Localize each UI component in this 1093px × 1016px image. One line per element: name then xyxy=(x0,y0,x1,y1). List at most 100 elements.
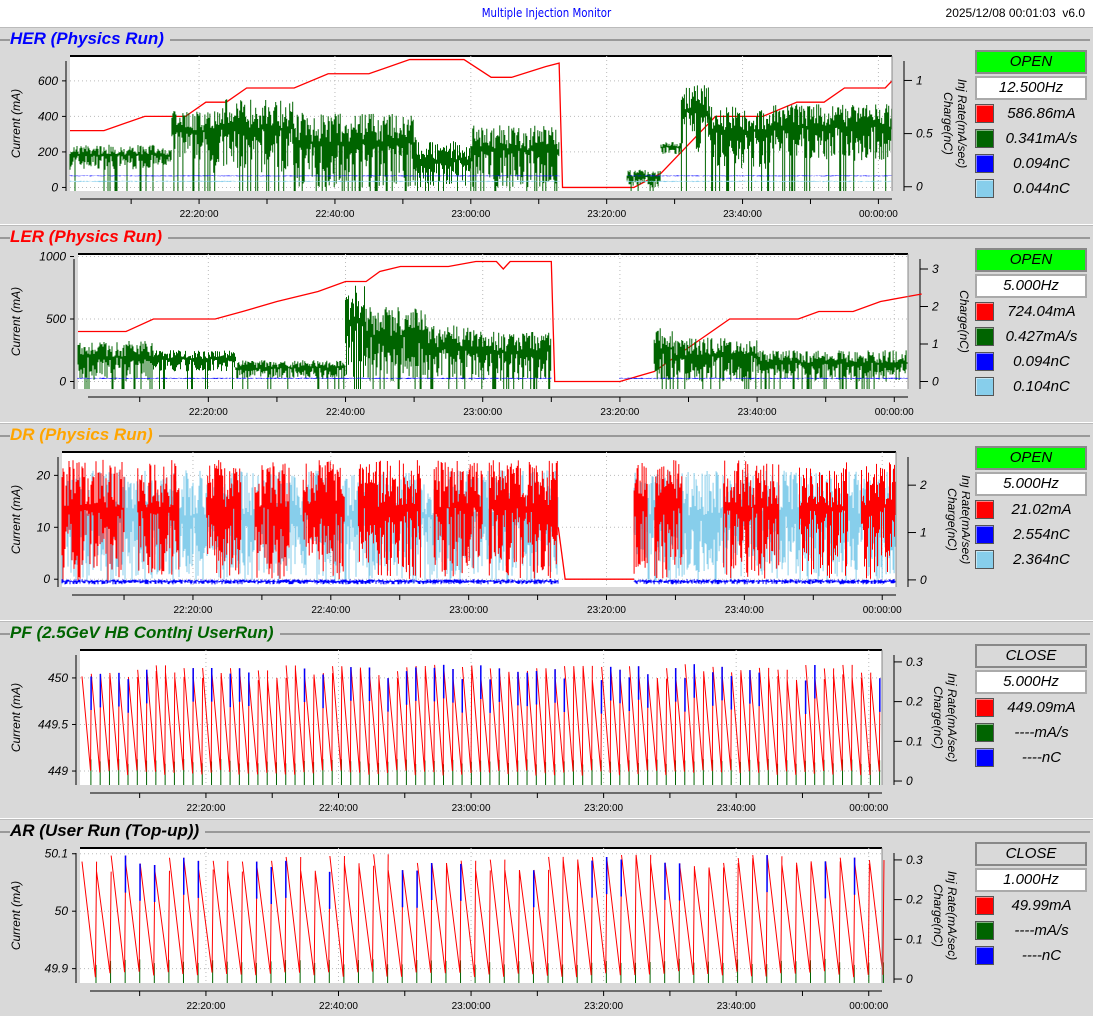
y2-axis-label-rate: Inj Rate(mA/sec) xyxy=(955,79,969,168)
color-swatch[interactable] xyxy=(975,549,994,569)
panel-title: HER (Physics Run) xyxy=(10,29,170,49)
gate-status-button[interactable]: CLOSE xyxy=(975,842,1087,866)
x-tick-label: 22:40:00 xyxy=(311,605,350,616)
color-swatch[interactable] xyxy=(975,697,994,717)
legend-panel: OPEN 5.000Hz 21.02mA 2.554nC 2.364nC xyxy=(975,446,1089,571)
x-tick-label: 00:00:00 xyxy=(849,1001,888,1012)
color-swatch[interactable] xyxy=(975,153,994,173)
chart-pf: 22:20:00 22:40:00 23:00:00 23:20:00 23:40:00… xyxy=(9,649,959,814)
panel-ar: AR (User Run (Top-up)) CLOSE 1.000Hz 49.… xyxy=(0,819,1093,1016)
x-tick-label: 23:20:00 xyxy=(587,605,626,616)
y2-tick-label: 0 xyxy=(920,573,927,587)
chart-her: 22:20:00 22:40:00 23:00:00 23:20:00 23:40:00… xyxy=(9,55,969,220)
legend-panel: CLOSE 1.000Hz 49.99mA ----mA/s ----nC xyxy=(975,842,1089,967)
app-title: Multiple Injection Monitor xyxy=(481,6,612,20)
gate-status-button[interactable]: OPEN xyxy=(975,248,1087,272)
legend-item: 49.99mA xyxy=(975,893,1089,917)
legend-value: 0.094nC xyxy=(1013,352,1070,370)
y2-axis-label-charge: Charge(nC) xyxy=(945,488,959,551)
x-tick-label: 22:20:00 xyxy=(186,803,225,814)
title-bar: Multiple Injection Monitor 2025/12/08 00… xyxy=(0,0,1093,26)
x-tick-label: 00:00:00 xyxy=(849,803,888,814)
legend-value: 49.99mA xyxy=(1011,896,1072,914)
gate-status-button[interactable]: CLOSE xyxy=(975,644,1087,668)
color-swatch[interactable] xyxy=(975,301,994,321)
color-swatch[interactable] xyxy=(975,103,994,123)
y2-tick-label: 1 xyxy=(916,73,923,87)
y-axis-label: Current (mA) xyxy=(9,881,23,950)
x-tick-label: 22:40:00 xyxy=(319,1001,358,1012)
color-swatch[interactable] xyxy=(975,351,994,371)
y2-tick-label: 0.1 xyxy=(906,734,923,748)
panel-ler: LER (Physics Run) OPEN 5.000Hz 724.04mA 0… xyxy=(0,225,1093,422)
gate-status-button[interactable]: OPEN xyxy=(975,50,1087,74)
legend-value: ----nC xyxy=(1021,748,1062,766)
y2-tick-label: 2 xyxy=(919,478,927,492)
y2-axis-label-rate: Inj Rate(mA/sec) xyxy=(945,871,959,960)
color-swatch[interactable] xyxy=(975,524,994,544)
chart-dr: 22:20:00 22:40:00 23:00:00 23:20:00 23:40:00… xyxy=(9,451,970,616)
timestamp-version: 2025/12/08 00:01:03 v6.0 xyxy=(946,6,1085,20)
color-swatch[interactable] xyxy=(975,920,994,940)
y-tick-label: 1000 xyxy=(39,250,66,264)
legend-value: 21.02mA xyxy=(1011,500,1072,518)
y2-tick-label: 1 xyxy=(920,526,927,540)
y2-axis-label-rate: Inj Rate(mA/sec) xyxy=(959,475,970,564)
legend-item: 0.094nC xyxy=(975,349,1089,373)
legend-value: 2.554nC xyxy=(1013,525,1070,543)
version: v6.0 xyxy=(1062,6,1085,20)
x-tick-label: 23:00:00 xyxy=(463,407,502,418)
legend-item: ----mA/s xyxy=(975,918,1089,942)
legend-item: ----nC xyxy=(975,745,1089,769)
panel-pf: PF (2.5GeV HB ContInj UserRun) CLOSE 5.0… xyxy=(0,621,1093,818)
gate-status-button[interactable]: OPEN xyxy=(975,446,1087,470)
y2-tick-label: 2 xyxy=(931,300,939,314)
color-swatch[interactable] xyxy=(975,128,994,148)
color-swatch[interactable] xyxy=(975,499,994,519)
legend-item: 0.341mA/s xyxy=(975,126,1089,150)
timestamp: 2025/12/08 00:01:03 xyxy=(945,6,1056,20)
x-tick-label: 22:20:00 xyxy=(189,407,228,418)
legend-item: 0.104nC xyxy=(975,374,1089,398)
frequency-display: 5.000Hz xyxy=(975,274,1087,298)
color-swatch[interactable] xyxy=(975,945,994,965)
y-tick-label: 449 xyxy=(48,764,68,778)
legend-value: 0.094nC xyxy=(1013,154,1070,172)
y2-tick-label: 0.5 xyxy=(916,127,933,141)
x-tick-label: 00:00:00 xyxy=(859,209,898,220)
frequency-display: 5.000Hz xyxy=(975,670,1087,694)
color-swatch[interactable] xyxy=(975,326,994,346)
y-tick-label: 49.9 xyxy=(45,962,69,976)
x-tick-label: 23:20:00 xyxy=(584,803,623,814)
legend-value: 586.86mA xyxy=(1007,104,1076,122)
legend-value: ----nC xyxy=(1021,946,1062,964)
y2-tick-label: 0 xyxy=(906,972,913,986)
color-swatch[interactable] xyxy=(975,747,994,767)
y-tick-label: 50.1 xyxy=(45,847,68,861)
color-swatch[interactable] xyxy=(975,376,994,396)
y-axis-label: Current (mA) xyxy=(9,89,23,158)
legend-item: 724.04mA xyxy=(975,299,1089,323)
x-tick-label: 23:20:00 xyxy=(600,407,639,418)
panel-dr: DR (Physics Run) OPEN 5.000Hz 21.02mA 2.5… xyxy=(0,423,1093,620)
color-swatch[interactable] xyxy=(975,178,994,198)
y-tick-label: 0 xyxy=(51,180,58,194)
panel-her: HER (Physics Run) OPEN 12.500Hz 586.86mA… xyxy=(0,27,1093,224)
y2-tick-label: 3 xyxy=(932,262,939,276)
color-swatch[interactable] xyxy=(975,895,994,915)
legend-item: 0.044nC xyxy=(975,176,1089,200)
legend-value: 0.044nC xyxy=(1013,179,1070,197)
legend-item: ----mA/s xyxy=(975,720,1089,744)
panel-title: PF (2.5GeV HB ContInj UserRun) xyxy=(10,623,280,643)
plot-area xyxy=(80,848,882,983)
legend-item: 21.02mA xyxy=(975,497,1089,521)
x-tick-label: 23:00:00 xyxy=(452,1001,491,1012)
x-tick-label: 23:00:00 xyxy=(451,209,490,220)
x-tick-label: 23:40:00 xyxy=(717,803,756,814)
y2-tick-label: 0 xyxy=(916,180,923,194)
color-swatch[interactable] xyxy=(975,722,994,742)
x-tick-label: 22:20:00 xyxy=(186,1001,225,1012)
y2-tick-label: 0.2 xyxy=(906,695,923,709)
y-tick-label: 0 xyxy=(43,572,50,586)
x-tick-label: 22:40:00 xyxy=(315,209,354,220)
